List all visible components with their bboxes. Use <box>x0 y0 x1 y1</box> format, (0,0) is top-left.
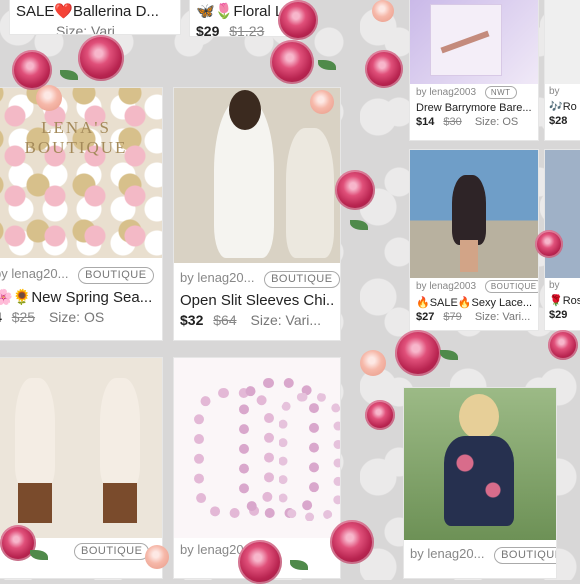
nwt-badge: NWT <box>484 86 517 99</box>
seller-name[interactable]: by lenag20... <box>180 270 254 285</box>
listing-original-price: $64 <box>213 312 237 328</box>
listing-title[interactable]: 🌸🌻New Spring Sea... <box>0 288 156 306</box>
listing-card-drew[interactable]: by lenag2003 NWT Drew Barrymore Bare... … <box>410 0 538 140</box>
listing-photo[interactable] <box>0 358 162 538</box>
listing-title[interactable]: 🎶Ro <box>549 100 580 113</box>
rose-decoration <box>12 50 52 90</box>
listing-seller: by lenag2003 BOUTIQUE <box>416 280 538 293</box>
rose-decoration <box>335 170 375 210</box>
model-figure-2 <box>100 378 140 488</box>
listing-photo[interactable] <box>410 0 538 84</box>
rose-decoration <box>270 40 314 84</box>
listing-photo[interactable] <box>404 388 556 540</box>
listing-price-row: $14 $30 Size: OS <box>416 116 532 128</box>
rose-decoration <box>36 85 62 111</box>
listing-price-row: $29 $1.23 <box>196 23 289 36</box>
listing-card-spring[interactable]: LENA'S BOUTIQUE by lenag20... BOUTIQUE 🌸… <box>0 88 162 340</box>
listing-original-price: $79 <box>443 311 462 323</box>
model-hair <box>229 90 261 130</box>
seller-name[interactable]: by lenag20... <box>410 546 484 561</box>
model-figure-2 <box>286 128 334 258</box>
listing-seller: by <box>549 86 560 97</box>
rose-decoration <box>365 50 403 88</box>
listing-title[interactable]: 🔥SALE🔥Sexy Lace... <box>416 296 532 309</box>
listing-price: $14 <box>416 116 435 128</box>
listing-original-price: $1.23 <box>229 23 265 36</box>
rose-decoration <box>395 330 441 376</box>
listing-card-ro[interactable]: by 🎶Ro $28 <box>545 0 580 140</box>
rose-decoration <box>372 0 394 22</box>
model-figure <box>15 378 55 488</box>
listing-size: Size: Vari... <box>56 23 127 34</box>
listing-card-ballerina[interactable]: SALE❤️Ballerina D... Size: Vari... <box>10 0 180 34</box>
listing-photo[interactable] <box>545 150 580 278</box>
listing-price-row: $27 $79 Size: Vari... <box>416 311 532 323</box>
listing-price-row: 4 $25 Size: OS <box>0 309 156 325</box>
listing-price: $28 <box>549 115 568 127</box>
listing-size: Size: OS <box>48 309 105 325</box>
model-boots-2 <box>103 483 137 523</box>
listing-title[interactable]: Open Slit Sleeves Chi... <box>180 292 334 309</box>
rose-decoration <box>145 545 169 569</box>
listing-seller: by lenag20... BOUTIQUE <box>0 266 156 284</box>
seller-name[interactable]: by lenag20... <box>0 266 68 281</box>
rose-decoration <box>78 35 124 81</box>
seller-name[interactable]: by lenag2003 <box>416 87 476 98</box>
seller-name[interactable]: by lenag20 <box>180 542 244 557</box>
listing-size: Size: OS <box>474 116 519 128</box>
listing-price: $29 <box>196 23 220 36</box>
listing-photo[interactable] <box>545 0 580 84</box>
listing-photo[interactable] <box>174 358 340 538</box>
listing-photo[interactable]: LENA'S BOUTIQUE <box>0 88 162 258</box>
rose-decoration <box>278 0 318 40</box>
listing-seller: by lenag20... BOUTIQUE <box>180 270 340 288</box>
seller-name[interactable]: by lenag2003 <box>416 281 476 292</box>
boutique-badge: BOUTIQUE <box>74 543 150 560</box>
listing-title[interactable]: 🌹Ros <box>549 294 580 307</box>
listing-seller: by lenag20... BOUTIQUE <box>410 546 556 564</box>
listing-card-floraltop[interactable]: by lenag20... BOUTIQUE <box>404 388 556 578</box>
listing-price: 4 <box>0 309 2 325</box>
listing-price-row: $29 <box>549 309 580 321</box>
rose-decoration <box>535 230 563 258</box>
rose-decoration <box>310 90 334 114</box>
listing-seller: by lenag2003 NWT <box>416 86 532 99</box>
listing-seller: by <box>549 280 560 291</box>
boutique-badge: BOUTIQUE <box>484 280 538 293</box>
model-figure <box>452 175 486 245</box>
listing-title: 🦋🌷Floral Lon <box>196 3 289 20</box>
listing-original-price: $30 <box>443 116 462 128</box>
shop-logo-text: LENA'S BOUTIQUE <box>24 118 128 157</box>
listing-price-row: $28 <box>549 115 580 127</box>
listing-price: $32 <box>180 312 204 328</box>
model-top <box>444 436 514 526</box>
listing-price-row: Size: Vari... <box>16 23 174 34</box>
boutique-badge: BOUTIQUE <box>264 271 340 288</box>
boutique-badge: BOUTIQUE <box>494 547 556 564</box>
listing-original-price: $25 <box>11 309 36 325</box>
listing-price-row: $32 $64 Size: Vari... <box>180 312 334 328</box>
rose-decoration <box>330 520 374 564</box>
rose-decoration <box>548 330 578 360</box>
rose-decoration <box>360 350 386 376</box>
listing-size: Size: Vari... <box>474 311 531 323</box>
listing-card-lace[interactable]: by lenag2003 BOUTIQUE 🔥SALE🔥Sexy Lace...… <box>410 150 538 330</box>
listing-price: $27 <box>416 311 435 323</box>
listing-size: Size: Vari... <box>250 312 322 328</box>
listing-card-openslit[interactable]: by lenag20... BOUTIQUE Open Slit Sleeves… <box>174 88 340 340</box>
boutique-badge: BOUTIQUE <box>78 267 154 284</box>
model-boots <box>18 483 52 523</box>
listing-photo[interactable] <box>410 150 538 278</box>
listing-price: $29 <box>549 309 568 321</box>
bracelet-3 <box>279 393 340 521</box>
model-legs <box>460 240 478 272</box>
listing-title: SALE❤️Ballerina D... <box>16 3 159 20</box>
model-hair <box>459 394 499 439</box>
rose-decoration <box>365 400 395 430</box>
listing-photo[interactable] <box>174 88 340 263</box>
rose-decoration <box>238 540 282 584</box>
listing-title[interactable]: Drew Barrymore Bare... <box>416 102 532 114</box>
